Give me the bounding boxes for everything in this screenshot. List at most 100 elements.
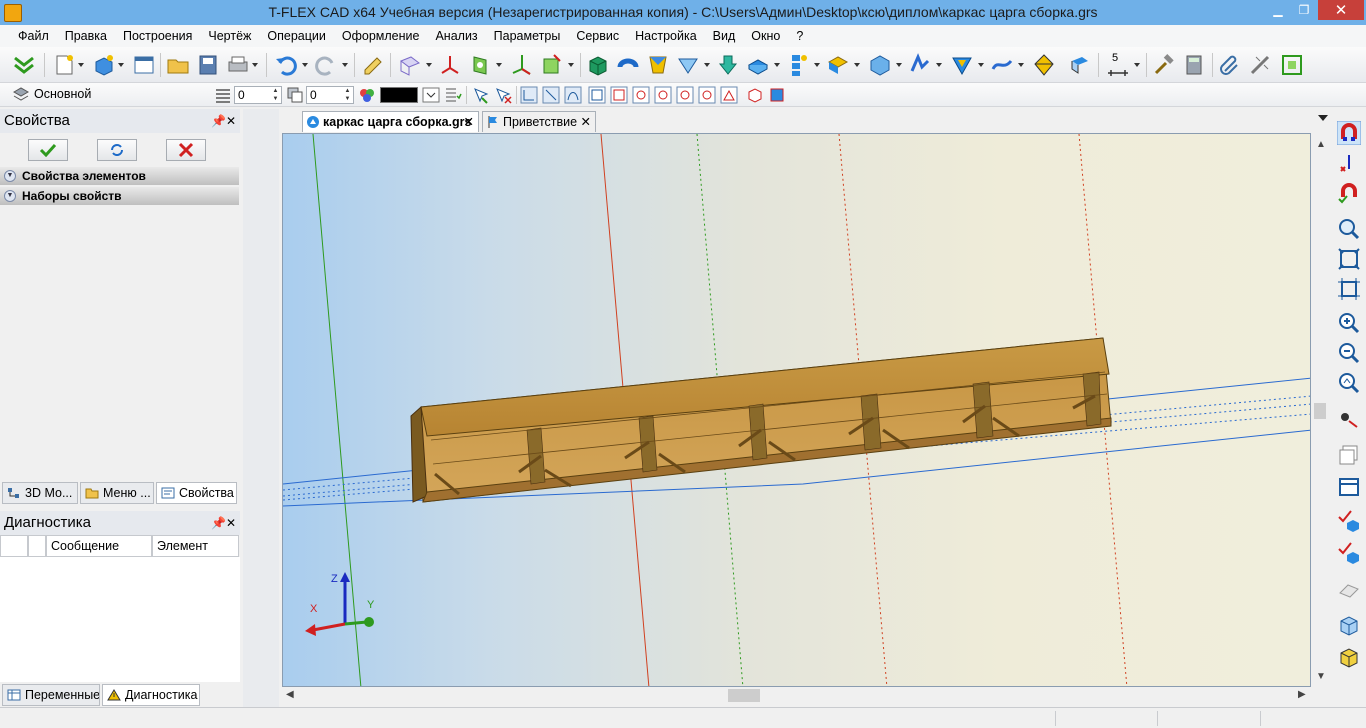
section-plane-icon[interactable] xyxy=(1337,577,1361,601)
filter-3d-icon[interactable] xyxy=(746,86,764,104)
tab-menu[interactable]: Меню ... xyxy=(80,482,154,504)
view-cube-icon[interactable] xyxy=(1337,613,1361,637)
double-check-icon[interactable] xyxy=(12,53,36,77)
tab-properties[interactable]: Свойства xyxy=(156,482,237,504)
layer-icon[interactable] xyxy=(12,86,30,104)
tab-3d-model[interactable]: 3D Мо... xyxy=(2,482,78,504)
cancel-button[interactable] xyxy=(166,139,206,161)
snap-icon[interactable] xyxy=(1337,151,1361,175)
tab-variables[interactable]: Переменные xyxy=(2,684,100,706)
3d-viewport[interactable]: Z X Y xyxy=(282,133,1311,687)
copy-view-icon[interactable] xyxy=(1337,443,1361,467)
menu-file[interactable]: Файл xyxy=(10,25,57,47)
pin-icon[interactable]: 📌 xyxy=(211,109,226,133)
color-swatch[interactable] xyxy=(380,87,418,103)
zoom-in-icon[interactable] xyxy=(1337,311,1361,335)
minimize-button[interactable]: ▁ xyxy=(1265,0,1291,20)
shell-icon[interactable] xyxy=(950,53,974,77)
fragment-icon[interactable] xyxy=(826,53,850,77)
zoom-previous-icon[interactable] xyxy=(1337,371,1361,395)
filter-images-icon[interactable] xyxy=(720,86,738,104)
fit-frame-icon[interactable] xyxy=(1337,277,1361,301)
filter-dims-icon[interactable] xyxy=(632,86,650,104)
save-icon[interactable] xyxy=(196,53,220,77)
dimension-icon[interactable] xyxy=(1106,53,1130,77)
menu-help[interactable]: ? xyxy=(788,25,811,47)
frame-icon[interactable] xyxy=(1280,53,1304,77)
tabs-dropdown-icon[interactable] xyxy=(1318,115,1328,121)
close-tab-icon[interactable]: ✕ xyxy=(581,112,591,132)
surface-icon[interactable] xyxy=(908,53,932,77)
horizontal-scrollbar[interactable]: ◀ ▶ xyxy=(282,687,1311,704)
vertical-scroll-thumb[interactable] xyxy=(1314,403,1326,419)
cut-icon[interactable] xyxy=(1032,53,1056,77)
magnet-icon[interactable] xyxy=(1337,121,1361,145)
priority-spinner[interactable]: 0 ▲ ▼ xyxy=(306,86,354,104)
menu-annotation[interactable]: Оформление xyxy=(334,25,428,47)
lcs-icon[interactable] xyxy=(438,53,462,77)
yellow-cube-icon[interactable] xyxy=(1337,645,1361,669)
column-header-element[interactable]: Элемент xyxy=(152,535,239,557)
horizontal-scroll-thumb[interactable] xyxy=(728,689,760,702)
filter-fragments-icon[interactable] xyxy=(768,86,786,104)
filter-tolerance-icon[interactable] xyxy=(676,86,694,104)
tab-document-welcome[interactable]: Приветствие ✕ xyxy=(482,111,596,132)
maximize-button[interactable]: ❐ xyxy=(1291,0,1317,20)
menu-drawing[interactable]: Чертёж xyxy=(200,25,259,47)
menu-edit[interactable]: Правка xyxy=(57,25,115,47)
print-icon[interactable] xyxy=(226,53,250,77)
menu-window[interactable]: Окно xyxy=(743,25,788,47)
loft-icon[interactable] xyxy=(646,53,670,77)
filter-curves-icon[interactable] xyxy=(564,86,582,104)
scroll-down-icon[interactable]: ▼ xyxy=(1316,671,1326,682)
window-icon[interactable] xyxy=(132,53,156,77)
section-property-sets[interactable]: ▼ Наборы свойств xyxy=(0,187,239,205)
menu-operations[interactable]: Операции xyxy=(259,25,333,47)
hammer-icon[interactable] xyxy=(1152,53,1176,77)
menu-parameters[interactable]: Параметры xyxy=(486,25,569,47)
workplane-icon[interactable] xyxy=(398,53,422,77)
zoom-window-icon[interactable] xyxy=(1337,217,1361,241)
tab-diagnostics[interactable]: Диагностика xyxy=(102,684,200,706)
close-tab-icon[interactable]: ✕ xyxy=(464,112,474,132)
shaded-check-icon[interactable] xyxy=(1337,509,1361,533)
menu-view[interactable]: Вид xyxy=(705,25,744,47)
magnet-check-icon[interactable] xyxy=(1337,181,1361,205)
redo-icon[interactable] xyxy=(314,53,338,77)
measure-icon[interactable] xyxy=(1248,53,1272,77)
open-folder-icon[interactable] xyxy=(166,53,190,77)
column-header-message[interactable]: Сообщение xyxy=(46,535,152,557)
fit-all-icon[interactable] xyxy=(1337,247,1361,271)
palette-icon[interactable] xyxy=(358,86,376,104)
filter-nodes-icon[interactable] xyxy=(542,86,560,104)
spline-icon[interactable] xyxy=(990,53,1014,77)
close-panel-icon[interactable]: ✕ xyxy=(226,109,236,133)
3d-profile-icon[interactable] xyxy=(540,53,564,77)
close-panel-icon[interactable]: ✕ xyxy=(226,511,236,535)
vertical-scrollbar[interactable]: ▲ ▼ xyxy=(1311,133,1329,687)
column-header-icon[interactable] xyxy=(0,535,28,557)
array-icon[interactable] xyxy=(786,53,810,77)
camera-icon[interactable] xyxy=(1068,53,1092,77)
body-icon[interactable] xyxy=(868,53,892,77)
fillet-icon[interactable] xyxy=(746,53,770,77)
scroll-up-icon[interactable]: ▲ xyxy=(1316,139,1326,150)
close-window-button[interactable]: ✕ xyxy=(1318,0,1364,20)
sweep-icon[interactable] xyxy=(676,53,700,77)
pin-icon[interactable]: 📌 xyxy=(211,511,226,535)
layout-view-icon[interactable] xyxy=(1337,475,1361,499)
menu-construct[interactable]: Построения xyxy=(115,25,200,47)
deselect-filter-icon[interactable] xyxy=(494,86,512,104)
axis-icon[interactable] xyxy=(510,53,534,77)
undo-icon[interactable] xyxy=(274,53,298,77)
refresh-button[interactable] xyxy=(97,139,137,161)
ok-button[interactable] xyxy=(28,139,68,161)
select-filter-icon[interactable] xyxy=(472,86,490,104)
section-element-properties[interactable]: ▼ Свойства элементов xyxy=(0,167,239,185)
filter-roughness-icon[interactable] xyxy=(654,86,672,104)
new-3d-model-icon[interactable] xyxy=(92,53,116,77)
filter-leader-icon[interactable] xyxy=(698,86,716,104)
filter-hatch-icon[interactable] xyxy=(588,86,606,104)
rotate-view-icon[interactable] xyxy=(1337,407,1361,431)
calculator-icon[interactable] xyxy=(1182,53,1206,77)
